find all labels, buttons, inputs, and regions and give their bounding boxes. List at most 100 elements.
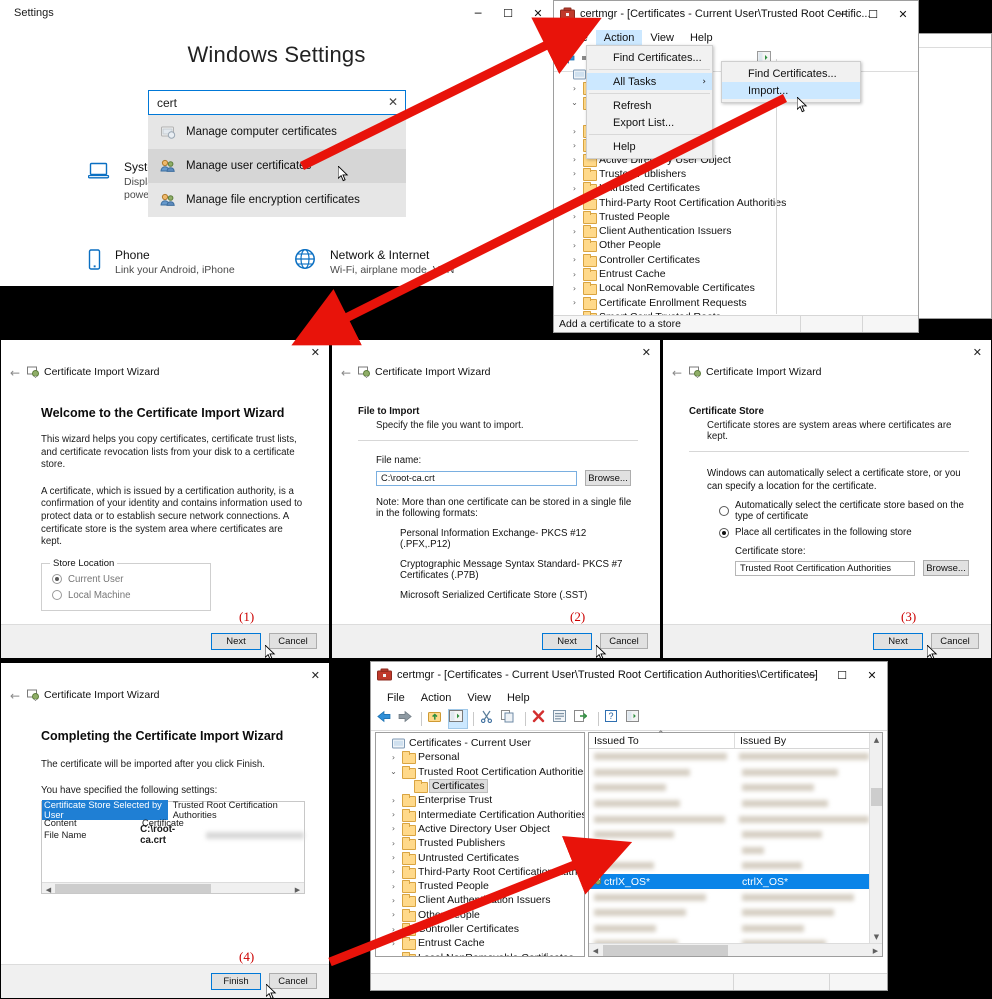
summary-row[interactable]: File Name C:\root-ca.crt [42,824,304,846]
finish-button[interactable]: Finish [211,973,261,990]
scroll-left-icon[interactable]: ◀ [42,883,55,896]
menu-action[interactable]: Action [413,690,460,706]
next-button[interactable]: Next [211,633,261,650]
radio-local-machine[interactable]: Local Machine [52,590,200,601]
browse-button[interactable]: Browse... [923,560,969,577]
table-row-selected[interactable]: ctrlX_OS* ctrlX_OS* [589,873,869,890]
submenu-item-import[interactable]: Import... [722,82,860,99]
tree-node-untrusted-certificates[interactable]: › Untrusted Certificates [560,181,786,196]
column-header-issued-to[interactable]: Issued To ⌃ [589,730,735,748]
column-header-issued-by[interactable]: Issued By [735,733,882,748]
view-icon[interactable] [626,710,644,728]
help-icon[interactable]: ? [605,710,623,728]
tree-node-trusted-people[interactable]: › Trusted People [560,210,786,224]
scroll-right-icon[interactable]: ▶ [869,944,882,957]
tree-node-root[interactable]: Certificates - Current User [379,736,584,750]
forward-icon[interactable] [397,710,415,728]
list-vscrollbar[interactable]: ▲ ▼ [869,733,882,943]
table-row[interactable] [589,796,869,812]
close-icon[interactable]: ✕ [973,346,982,359]
tree-node-other-people[interactable]: › Other People [379,908,584,922]
cancel-button[interactable]: Cancel [600,633,648,649]
tree-node-third-party-root[interactable]: › Third-Party Root Certification Authori… [379,865,584,879]
close-button[interactable]: ✕ [523,0,553,26]
menu-item-export-list[interactable]: Export List... [587,114,712,131]
tree-node-third-party-root[interactable]: › Third-Party Root Certification Authori… [560,195,786,210]
minimize-button[interactable]: ─ [828,1,858,27]
back-icon[interactable]: ← [10,689,20,703]
table-row[interactable] [589,889,869,905]
scroll-right-icon[interactable]: ▶ [291,883,304,896]
tree-node-trusted-root-certification-authorities[interactable]: ⌄ Trusted Root Certification Authorities [379,765,584,779]
tree-node-trusted-publishers[interactable]: › Trusted Publishers [560,167,786,181]
table-row[interactable] [589,749,869,765]
show-hide-tree-icon[interactable] [448,709,468,729]
back-icon[interactable] [559,51,577,69]
next-button[interactable]: Next [873,633,923,650]
submenu-item-find-certificates[interactable]: Find Certificates... [722,65,860,82]
tree-node-trusted-publishers[interactable]: › Trusted Publishers [379,836,584,851]
browse-button[interactable]: Browse... [585,470,631,486]
minimize-button[interactable]: ─ [797,662,827,688]
tree-node-enterprise-trust[interactable]: › Enterprise Trust [379,793,584,808]
table-row[interactable] [589,765,869,781]
properties-icon[interactable] [553,710,571,728]
menu-view[interactable]: View [459,690,499,706]
next-button[interactable]: Next [542,633,592,650]
menu-item-find-certificates[interactable]: Find Certificates... [587,49,712,66]
menu-file[interactable]: File [379,690,413,706]
tree-node-active-directory-user-object[interactable]: › Active Directory User Object [379,822,584,836]
back-icon[interactable] [376,710,394,728]
radio-place-all-in-store[interactable]: Place all certificates in the following … [719,527,969,538]
tree-node-certificate-enrollment-requests[interactable]: › Certificate Enrollment Requests [560,295,786,310]
tree-node-entrust-cache[interactable]: › Entrust Cache [379,936,584,951]
tree-node-entrust-cache[interactable]: › Entrust Cache [560,267,786,281]
tree-node-other-people[interactable]: › Other People [560,238,786,253]
clear-search-icon[interactable]: ✕ [388,95,398,109]
menu-view[interactable]: View [642,30,682,46]
tile-phone[interactable]: Phone Link your Android, iPhone [88,248,235,277]
scroll-thumb[interactable] [603,945,728,956]
close-icon[interactable]: ✕ [311,669,320,682]
table-row[interactable] [589,827,869,843]
close-icon[interactable]: ✕ [642,346,651,359]
copy-icon[interactable] [501,710,519,728]
menu-item-refresh[interactable]: Refresh [587,97,712,114]
suggestion-manage-user-certificates[interactable]: Manage user certificates [148,149,406,183]
list-hscrollbar[interactable]: ◀ ▶ [589,943,882,956]
filename-input[interactable]: C:\root-ca.crt [376,470,577,486]
cancel-button[interactable]: Cancel [269,973,317,989]
minimize-button[interactable]: ─ [463,0,493,26]
cancel-button[interactable]: Cancel [931,633,979,649]
suggestion-manage-computer-certificates[interactable]: Manage computer certificates [148,115,406,149]
tree-node-personal[interactable]: › Personal [379,750,584,765]
summary-hscrollbar[interactable]: ◀ ▶ [42,882,304,896]
tree-node-intermediate-certification-authorities[interactable]: › Intermediate Certification Authorities [379,807,584,822]
back-icon[interactable]: ← [10,366,20,380]
summary-row[interactable]: Certificate Store Selected by User Trust… [42,800,304,821]
menu-help[interactable]: Help [682,30,721,46]
tree-node-controller-certificates[interactable]: › Controller Certificates [560,253,786,267]
cut-icon[interactable] [480,710,498,728]
tree-node-controller-certificates[interactable]: › Controller Certificates [379,922,584,936]
table-row[interactable] [589,921,869,937]
tree-node-untrusted-certificates[interactable]: › Untrusted Certificates [379,850,584,865]
table-row[interactable] [589,905,869,921]
menu-item-help[interactable]: Help [587,138,712,155]
close-icon[interactable]: ✕ [311,346,320,359]
maximize-button[interactable]: ☐ [858,1,888,27]
scroll-left-icon[interactable]: ◀ [589,944,602,957]
menu-help[interactable]: Help [499,690,538,706]
close-button[interactable]: ✕ [888,1,918,27]
tree-node-client-authentication-issuers[interactable]: › Client Authentication Issuers [560,224,786,239]
menu-item-all-tasks[interactable]: All Tasks › [587,73,712,90]
menu-action[interactable]: Action [595,30,643,46]
cancel-button[interactable]: Cancel [269,633,317,649]
search-input[interactable]: cert ✕ [148,90,406,115]
scroll-thumb[interactable] [55,884,211,894]
tree-node-local-nonremovable[interactable]: › Local NonRemovable Certificates [379,950,584,956]
back-icon[interactable]: ← [672,366,682,380]
back-icon[interactable]: ← [341,366,351,380]
table-row[interactable] [589,811,869,827]
table-row[interactable] [589,843,869,859]
